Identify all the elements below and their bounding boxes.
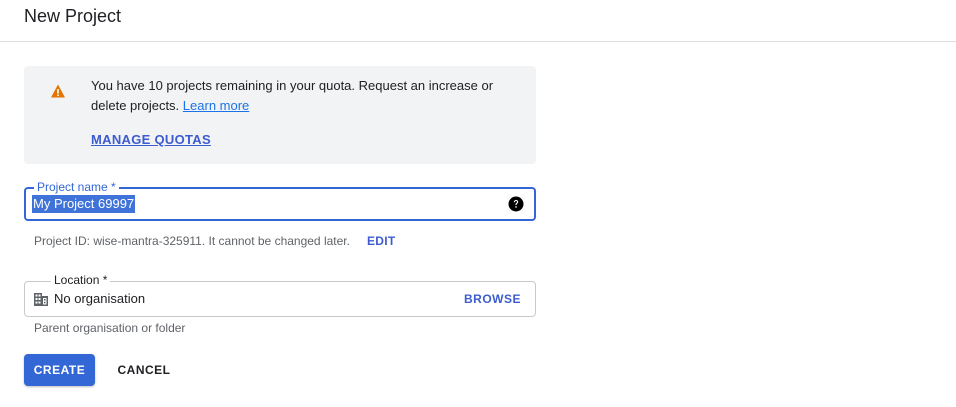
page-title: New Project [24,6,122,26]
help-circle-icon[interactable] [508,196,524,212]
warning-icon [51,84,65,98]
edit-project-id-button[interactable]: EDIT [367,234,396,248]
page-header: New Project [0,0,956,42]
cancel-button[interactable]: CANCEL [108,354,180,386]
manage-quotas-link[interactable]: MANAGE QUOTAS [91,132,211,147]
quota-message: You have 10 projects remaining in your q… [91,76,511,116]
project-id-text: Project ID: wise-mantra-325911. It canno… [34,234,350,248]
browse-button[interactable]: BROWSE [464,292,521,306]
building-icon [34,293,48,306]
create-button[interactable]: CREATE [24,354,95,386]
quota-message-text: You have 10 projects remaining in your q… [91,78,494,113]
location-label: Location * [51,273,111,287]
project-name-value[interactable]: My Project 69997 [32,195,136,213]
project-name-input[interactable]: My Project 69997 [26,189,496,219]
learn-more-link[interactable]: Learn more [183,98,249,113]
location-field[interactable]: Location * No organisation BROWSE [24,273,536,317]
location-value: No organisation [54,291,146,306]
quota-notice: You have 10 projects remaining in your q… [24,66,536,164]
project-name-field[interactable]: Project name * My Project 69997 [24,180,536,221]
location-helper-text: Parent organisation or folder [34,321,186,335]
